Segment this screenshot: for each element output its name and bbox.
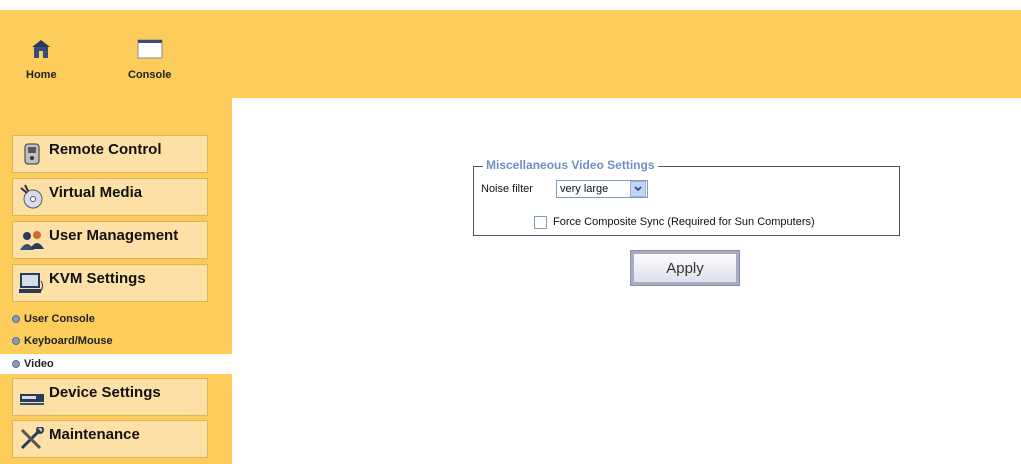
force-composite-sync-label: Force Composite Sync (Required for Sun C…: [553, 216, 815, 228]
bullet-icon: [12, 337, 20, 345]
sidebar-item-label: Device Settings: [49, 383, 161, 401]
virtual-media-icon: [17, 182, 47, 212]
subitem-label: User Console: [24, 313, 95, 325]
sidebar-item-remote-control[interactable]: Remote Control: [12, 135, 208, 173]
sidebar-item-label: Maintenance: [49, 425, 140, 443]
sidebar-item-user-management[interactable]: User Management: [12, 221, 208, 259]
console-icon: [137, 38, 163, 65]
kvm-settings-icon: [17, 268, 47, 298]
sidebar-item-maintenance[interactable]: Maintenance: [12, 420, 208, 458]
sidebar-item-label: Virtual Media: [49, 183, 143, 201]
maintenance-icon: [17, 424, 47, 454]
sidebar-item-kvm-settings[interactable]: KVM Settings: [12, 264, 208, 302]
sidebar-item-virtual-media[interactable]: Virtual Media: [12, 178, 208, 216]
subitem-video[interactable]: Video: [0, 354, 232, 374]
subitem-keyboard-mouse[interactable]: Keyboard/Mouse: [0, 331, 232, 351]
apply-button[interactable]: Apply: [630, 250, 740, 286]
bullet-icon: [12, 360, 20, 368]
sidebar-item-device-settings[interactable]: Device Settings: [12, 378, 208, 416]
device-settings-icon: [17, 382, 47, 412]
force-composite-sync-checkbox[interactable]: [534, 216, 547, 229]
sidebar-item-label: User Management: [49, 226, 179, 244]
noise-filter-label: Noise filter: [481, 183, 533, 195]
home-nav[interactable]: Home: [26, 38, 57, 81]
bullet-icon: [12, 315, 20, 323]
subitem-label: Video: [24, 358, 54, 370]
chevron-down-icon[interactable]: [630, 181, 646, 197]
console-nav[interactable]: Console: [128, 38, 171, 81]
console-label: Console: [128, 69, 172, 81]
noise-filter-select[interactable]: very large: [556, 180, 648, 198]
sidebar-item-label: Remote Control: [49, 140, 162, 158]
subitem-user-console[interactable]: User Console: [0, 309, 232, 329]
subitem-label: Keyboard/Mouse: [24, 335, 113, 347]
video-settings-legend: Miscellaneous Video Settings: [483, 158, 658, 172]
remote-control-icon: [17, 139, 47, 169]
user-management-icon: [17, 225, 47, 255]
sidebar-item-label: KVM Settings: [49, 269, 146, 287]
home-label: Home: [26, 69, 57, 81]
home-icon: [30, 38, 52, 65]
noise-filter-value: very large: [560, 183, 609, 195]
